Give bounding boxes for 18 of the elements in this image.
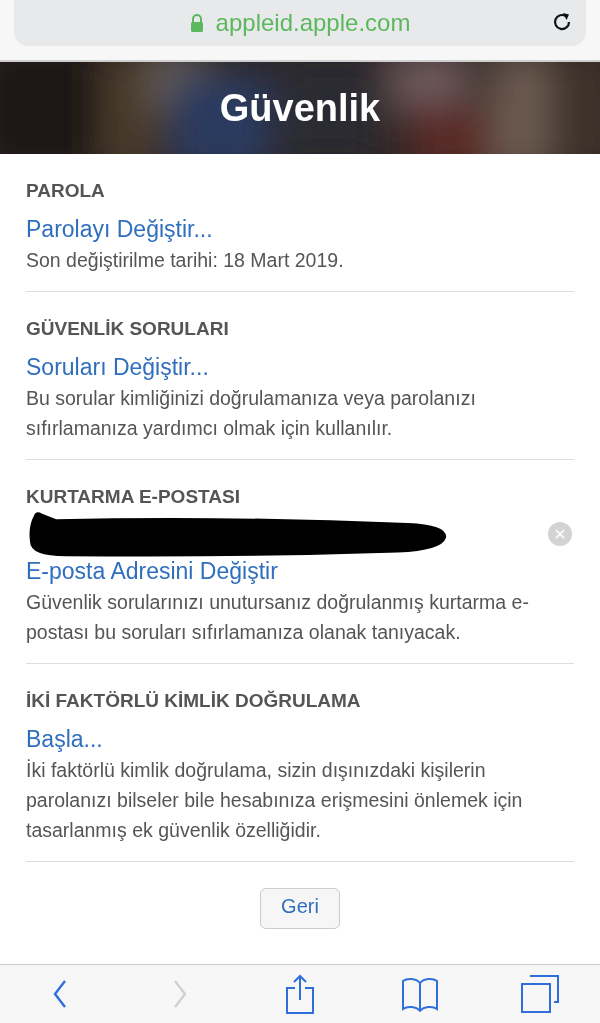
section-description: Son değiştirilme tarihi: 18 Mart 2019. xyxy=(26,248,345,273)
page-title: Güvenlik xyxy=(219,86,381,130)
section-description: Bu sorular kimliğinizi doğrulamanıza veya parolanızı sıfırlamanıza yardımcı olmak için kullanılır. xyxy=(26,386,477,441)
section-heading: GÜVENLİK SORULARI xyxy=(26,318,230,340)
back-button[interactable]: Geri xyxy=(260,888,340,929)
section-heading: İKİ FAKTÖRLÜ KİMLİK DOĞRULAMA xyxy=(26,690,362,712)
section-link[interactable]: E-posta Adresini Değiştir xyxy=(26,558,278,585)
share-icon[interactable] xyxy=(285,974,315,1014)
url-text: appleid.apple.com xyxy=(215,9,411,37)
tabs-icon[interactable] xyxy=(521,975,559,1013)
section-heading: PAROLA xyxy=(26,180,106,202)
book-icon[interactable] xyxy=(401,976,439,1012)
section-description: Güvenlik sorularınızı unutursanız doğrulanmış kurtarma e-postası bu soruları sıfırlamanıza olanak tanıyacak. xyxy=(26,590,530,645)
section-link[interactable]: Parolayı Değiştir... xyxy=(26,216,213,243)
section-link[interactable]: Soruları Değiştir... xyxy=(26,354,209,381)
section-link[interactable]: Başla... xyxy=(26,726,103,753)
section-heading: KURTARMA E-POSTASI xyxy=(26,486,241,508)
section-description: İki faktörlü kimlik doğrulama, sizin dışınızdaki kişilerin parolanızı bilseler bile hesabınıza erişmesini önlemek için tasarlanmış ek güvenlik özelliğidir. xyxy=(26,758,524,843)
